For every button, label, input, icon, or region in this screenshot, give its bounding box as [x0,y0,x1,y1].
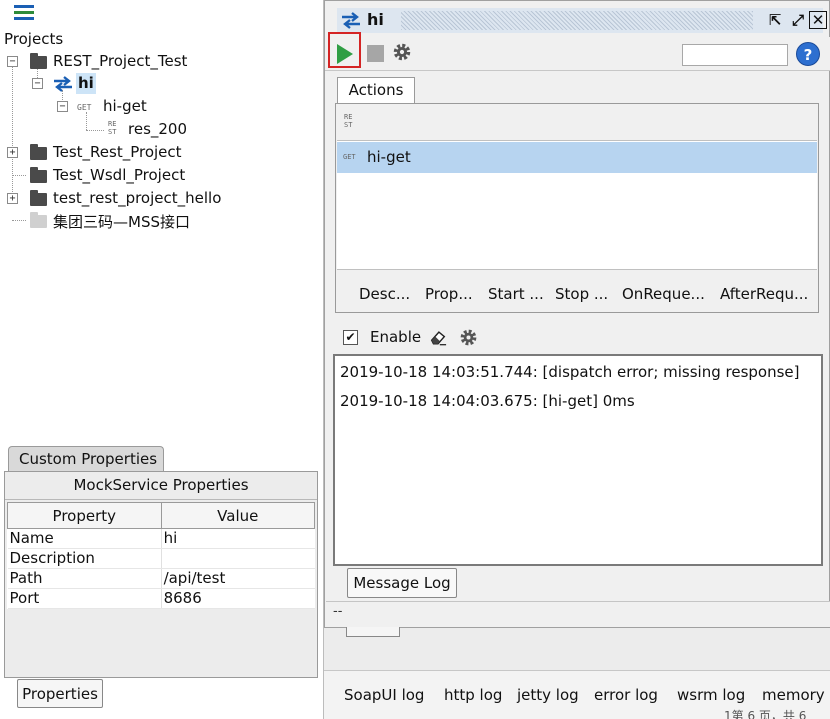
properties-table: Property Value Name hi Description Path … [7,502,316,609]
message-log-area[interactable]: 2019-10-18 14:03:51.744: [dispatch error… [333,354,823,566]
action-label: hi-get [367,148,411,166]
tab-properties[interactable]: Prop... [425,285,473,303]
table-row[interactable]: Name hi [7,528,315,549]
rest-response-icon-top: RE [108,120,117,128]
navigator-pane: Projects − REST_Project_Test − hi − GET … [0,0,322,719]
tree-collapse-toggle[interactable]: − [57,101,68,112]
script-tabs: Desc... Prop... Start ... Stop ... OnReq… [337,280,817,306]
tab-description[interactable]: Desc... [359,285,410,303]
property-name-cell: Port [7,588,162,609]
project-folder-icon [30,53,47,69]
tree-guide-line [86,112,87,130]
mock-service-icon [54,76,72,92]
detach-icon[interactable]: ⇱ [765,10,785,30]
tab-stop-script[interactable]: Stop ... [555,285,608,303]
mock-toolbar: ? [325,32,830,71]
table-row[interactable]: Description [7,548,315,569]
enable-checkbox[interactable]: ✔ [343,330,358,345]
table-row[interactable]: Path /api/test [7,568,315,589]
get-method-icon: GET [343,153,356,161]
gear-icon[interactable] [391,41,413,63]
window-title-bar[interactable]: hi ⇱ ⤢ ✕ [337,8,827,33]
rest-icon-top: RE [344,113,353,121]
actions-list: GET hi-get [337,140,817,270]
gear-icon[interactable] [458,327,479,348]
property-value-cell[interactable] [160,548,315,569]
project-folder-icon [30,167,47,183]
log-line: 2019-10-18 14:04:03.675: [hi-get] 0ms [340,392,635,410]
tree-collapse-toggle[interactable]: − [32,78,43,89]
tree-collapse-toggle[interactable]: − [7,56,18,67]
tree-guide-line [12,220,26,221]
tree-item-hi[interactable]: hi [78,74,94,92]
property-name-cell: Path [7,568,162,589]
property-name-cell: Name [7,528,162,549]
table-row[interactable]: Port 8686 [7,588,315,609]
tree-item-rest-project-test[interactable]: REST_Project_Test [53,52,187,70]
list-item[interactable]: GET hi-get [337,142,817,173]
tab-jetty-log[interactable]: jetty log [517,686,579,704]
workspace-pane: hi ⇱ ⤢ ✕ ? Actions RE ST GET hi-get Desc… [323,0,830,719]
property-value-cell[interactable]: hi [160,528,315,549]
message-log-button[interactable]: Message Log [347,568,457,598]
tree-guide-line [86,130,104,131]
tree-expand-toggle[interactable]: + [7,193,18,204]
status-text: -- [333,604,343,619]
properties-panel: MockService Properties Property Value Na… [4,471,318,678]
projects-root-label: Projects [4,30,64,48]
tree-item-test-rest-project-hello[interactable]: test_rest_project_hello [53,189,221,207]
tree-item-test-wsdl-project[interactable]: Test_Wsdl_Project [53,166,185,184]
mock-service-icon [342,12,360,29]
tab-soapui-log[interactable]: SoapUI log [344,686,424,704]
mock-service-window: hi ⇱ ⤢ ✕ ? Actions RE ST GET hi-get Desc… [324,0,830,628]
log-line: 2019-10-18 14:03:51.744: [dispatch error… [340,363,800,381]
property-name-cell: Description [7,548,162,569]
tab-on-request-script[interactable]: OnReque... [622,285,705,303]
rest-icon-bottom: ST [344,121,353,129]
maximize-icon[interactable]: ⤢ [788,10,808,30]
status-bar: -- [326,601,830,627]
rest-response-icon-bottom: ST [108,128,117,136]
property-value-cell[interactable]: /api/test [160,568,315,589]
tab-after-request-script[interactable]: AfterRequ... [720,285,808,303]
title-bar-grip [401,11,753,30]
tab-http-log[interactable]: http log [444,686,502,704]
property-value-cell[interactable]: 8686 [160,588,315,609]
tree-item-res-200[interactable]: res_200 [128,120,187,138]
tree-item-mss-interface[interactable]: 集团三码—MSS接口 [53,211,190,232]
tab-actions[interactable]: Actions [337,77,415,104]
actions-panel: RE ST GET hi-get Desc... Prop... Start .… [335,103,819,313]
project-folder-icon [30,144,47,160]
eraser-icon[interactable] [429,329,447,346]
custom-properties-tab[interactable]: Custom Properties [8,446,164,472]
tree-guide-line [12,175,26,176]
tree-guide-line [12,66,13,198]
properties-button[interactable]: Properties [17,679,103,708]
tab-start-script[interactable]: Start ... [488,285,544,303]
help-icon[interactable]: ? [796,42,820,66]
log-toolbar: ✔ Enable [335,323,821,351]
close-icon[interactable]: ✕ [809,11,827,29]
get-method-icon: GET [77,103,92,112]
properties-panel-title: MockService Properties [5,472,317,500]
tree-item-hi-get[interactable]: hi-get [103,97,147,115]
play-icon[interactable] [337,44,353,64]
column-header-value[interactable]: Value [160,502,316,529]
tab-memory-log[interactable]: memory l [762,686,830,704]
tab-error-log[interactable]: error log [594,686,658,704]
navigator-menu-icon[interactable] [14,5,34,21]
project-folder-icon [30,190,47,206]
column-header-property[interactable]: Property [7,502,162,529]
tree-item-test-rest-project[interactable]: Test_Rest_Project [53,143,182,161]
background-button [346,627,400,637]
search-input[interactable] [682,44,788,66]
enable-label: Enable [370,328,422,346]
tree-expand-toggle[interactable]: + [7,147,18,158]
project-folder-icon [30,212,47,228]
stop-icon[interactable] [367,45,384,62]
tab-wsrm-log[interactable]: wsrm log [677,686,745,704]
window-title: hi [367,10,384,29]
page-footer-fragment: 1第 6 页，共 6 [724,709,807,719]
